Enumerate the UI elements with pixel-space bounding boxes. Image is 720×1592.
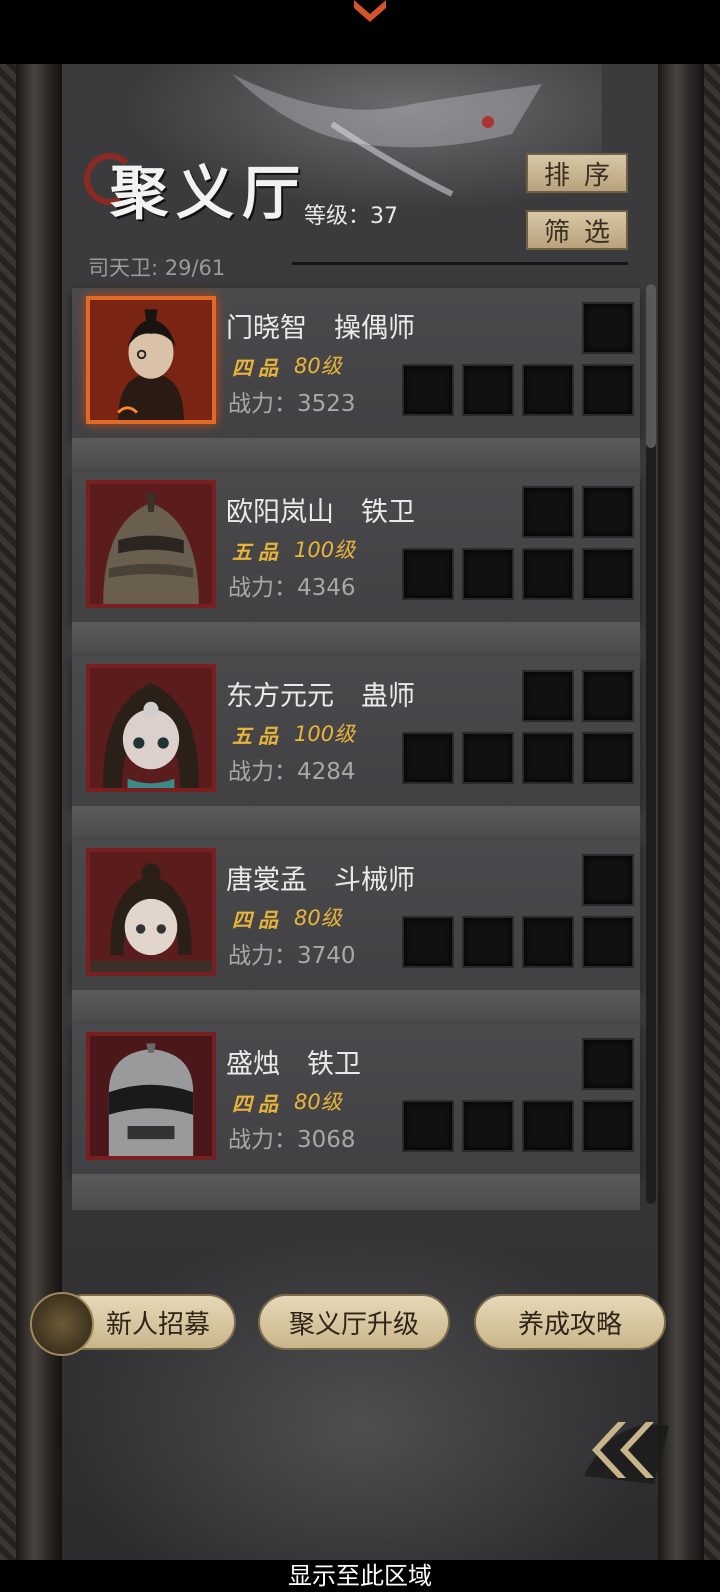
skill-slot[interactable] [582,364,634,416]
pillar-right [658,64,704,1560]
member-card[interactable]: 门晓智 操偶师 四品 80级 战力：3523 [72,288,640,438]
member-level: 80级 [294,354,342,378]
member-level: 100级 [294,538,356,562]
member-portrait[interactable] [86,296,216,424]
skill-slot[interactable] [522,732,574,784]
skill-slot[interactable] [522,670,574,722]
ink-wash-bottom [62,1224,658,1560]
member-level: 100级 [294,722,356,746]
member-power: 战力：4284 [228,759,356,785]
portrait-helmet-guard-icon [90,1036,212,1156]
page-title: 聚义厅 [110,159,309,227]
skill-slot[interactable] [462,732,514,784]
member-card[interactable]: 欧阳岚山 铁卫 五品 100级 战力：4346 [72,472,640,622]
card-separator [72,806,640,840]
recruit-token-icon [30,1292,94,1356]
member-power: 战力：3068 [228,1127,356,1153]
skill-slot[interactable] [522,916,574,968]
list-scrollbar-thumb[interactable] [646,284,656,448]
member-name: 唐裳孟 斗械师 [226,865,415,896]
card-separator [72,438,640,472]
skill-slot[interactable] [582,670,634,722]
member-portrait[interactable] [86,664,216,792]
member-portrait[interactable] [86,480,216,608]
skill-slot[interactable] [522,1100,574,1152]
portrait-girl-icon [90,668,212,788]
portrait-child-icon [90,852,212,972]
member-level: 80级 [294,1090,342,1114]
hall-upgrade-button[interactable]: 聚义厅升级 [258,1294,450,1350]
member-name: 欧阳岚山 铁卫 [226,497,415,528]
skill-slot[interactable] [522,364,574,416]
member-grade: 五品 [232,724,284,748]
member-name: 东方元元 蛊师 [226,681,415,712]
top-logo-icon [354,0,386,22]
skill-slot[interactable] [402,1100,454,1152]
member-portrait[interactable] [86,1032,216,1160]
skill-slot[interactable] [582,486,634,538]
member-name: 盛烛 铁卫 [226,1049,361,1080]
skill-slot[interactable] [462,548,514,600]
sort-button[interactable]: 排序 [526,153,628,193]
skill-slot[interactable] [582,548,634,600]
skill-slot[interactable] [522,486,574,538]
member-name: 门晓智 操偶师 [226,313,415,344]
back-double-chevron-icon[interactable] [574,1406,674,1486]
title-divider [292,262,628,265]
portrait-armored-guard-icon [90,484,212,604]
member-level: 80级 [294,906,342,930]
skill-slot[interactable] [582,732,634,784]
member-card[interactable]: 唐裳孟 斗械师 四品 80级 战力：3740 [72,840,640,990]
member-portrait[interactable] [86,848,216,976]
hall-level: 等级：37 [304,204,398,229]
skill-slot[interactable] [522,548,574,600]
member-power: 战力：3523 [228,391,356,417]
guard-count: 司天卫: 29/61 [88,256,226,280]
portrait-scholar-icon [90,300,212,420]
skill-slot[interactable] [582,302,634,354]
card-separator [72,990,640,1024]
skill-slot[interactable] [402,364,454,416]
skill-slot[interactable] [402,548,454,600]
skill-slot[interactable] [582,916,634,968]
guide-button[interactable]: 养成攻略 [474,1294,666,1350]
member-card[interactable]: 盛烛 铁卫 四品 80级 战力：3068 [72,1024,640,1174]
skill-slot[interactable] [462,364,514,416]
skill-slot[interactable] [582,1038,634,1090]
filter-button[interactable]: 筛选 [526,210,628,250]
member-grade: 四品 [232,1092,284,1116]
skill-slot[interactable] [462,1100,514,1152]
skill-slot[interactable] [582,854,634,906]
footer-note: 显示至此区域 [288,1562,432,1590]
member-grade: 五品 [232,540,284,564]
card-separator [72,622,640,656]
member-power: 战力：3740 [228,943,356,969]
member-grade: 四品 [232,908,284,932]
card-separator [72,1174,640,1210]
member-grade: 四品 [232,356,284,380]
skill-slot[interactable] [402,916,454,968]
skill-slot[interactable] [462,916,514,968]
frame-pattern-right [702,64,720,1560]
member-card[interactable]: 东方元元 蛊师 五品 100级 战力：4284 [72,656,640,806]
skill-slot[interactable] [402,732,454,784]
status-bar [0,0,720,64]
member-power: 战力：4346 [228,575,356,601]
skill-slot[interactable] [582,1100,634,1152]
